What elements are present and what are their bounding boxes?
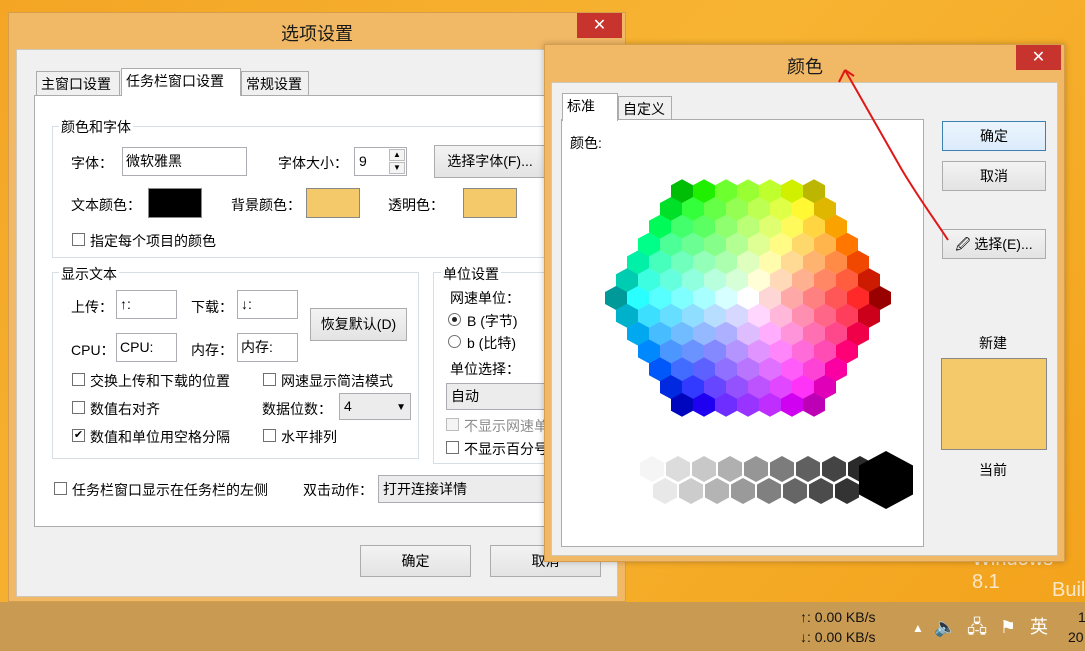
chevron-down-icon: ▼	[396, 402, 406, 413]
download-prefix-field[interactable]: ↓:	[237, 290, 298, 319]
digits-select[interactable]: 4 ▼	[339, 393, 411, 420]
hide-percent-label: 不显示百分号	[464, 441, 548, 457]
clock-fragment-bottom[interactable]: 20	[1068, 629, 1084, 645]
font-size-value: 9	[359, 153, 367, 169]
annotation-arrow	[838, 69, 949, 241]
choose-font-button[interactable]: 选择字体(F)...	[434, 145, 546, 178]
options-dialog-title: 选项设置	[281, 24, 353, 44]
upload-prefix-field[interactable]: ↑:	[116, 290, 177, 319]
color-hexagon-palette[interactable]	[0, 0, 913, 509]
font-name-field[interactable]: 微软雅黑	[122, 147, 247, 176]
unit-select-value: 自动	[451, 388, 479, 404]
text-color-label: 文本颜色：	[71, 197, 141, 213]
hide-percent-checkbox[interactable]	[446, 441, 459, 454]
transparent-color-label: 透明色：	[388, 197, 444, 213]
speed-unit-label: 网速单位：	[450, 290, 520, 306]
new-color-label: 新建	[979, 335, 1007, 351]
taskbar-upload-speed: ↑: 0.00 KB/s	[800, 609, 876, 625]
options-ok-button[interactable]: 确定	[360, 545, 471, 577]
display-text-group-label: 显示文本	[59, 264, 119, 284]
color-pick-button-label: 选择(E)...	[974, 236, 1033, 252]
double-click-label: 双击动作：	[303, 482, 373, 498]
tab-general[interactable]: 常规设置	[241, 71, 309, 96]
color-font-group-label: 颜色和字体	[59, 117, 133, 137]
cpu-label: CPU：	[71, 342, 115, 358]
font-label: 字体：	[71, 155, 113, 171]
taskbar-left-label: 任务栏窗口显示在任务栏的左侧	[72, 482, 268, 498]
restore-default-button[interactable]: 恢复默认(D)	[310, 308, 407, 341]
cpu-prefix-field[interactable]: CPU:	[116, 333, 177, 362]
simple-speed-checkbox[interactable]	[263, 373, 276, 386]
color-close-button[interactable]: ✕	[1016, 45, 1061, 70]
spin-down-icon[interactable]: ▼	[389, 162, 405, 174]
colors-label: 颜色:	[570, 135, 602, 151]
unit-select-label: 单位选择：	[450, 361, 520, 377]
horizontal-label: 水平排列	[281, 429, 337, 445]
simple-speed-label: 网速显示简洁模式	[281, 373, 393, 389]
desktop-watermark-line2: Buil	[1052, 579, 1085, 601]
right-align-label: 数值右对齐	[90, 401, 160, 417]
tab-taskbar-window[interactable]: 任务栏窗口设置	[121, 68, 241, 96]
tab-main-window[interactable]: 主窗口设置	[36, 71, 120, 96]
ime-indicator[interactable]: 英	[1028, 616, 1050, 638]
unit-select[interactable]: 自动	[446, 383, 550, 410]
memory-label: 内存：	[191, 342, 233, 358]
unit-bits-radio[interactable]	[448, 335, 461, 348]
double-click-select[interactable]: 打开连接详情	[378, 475, 553, 503]
volume-icon[interactable]: 🔈	[934, 616, 956, 638]
current-color-label: 当前	[979, 462, 1007, 478]
new-current-color-preview	[941, 358, 1047, 450]
bg-color-label: 背景颜色：	[231, 197, 301, 213]
action-center-icon[interactable]: ⚑	[997, 616, 1019, 638]
taskbar-left-checkbox[interactable]	[54, 482, 67, 495]
unit-bits-label: b (比特)	[467, 335, 516, 351]
spin-up-icon[interactable]: ▲	[389, 149, 405, 161]
transparent-color-swatch[interactable]	[463, 188, 517, 218]
font-size-label: 字体大小：	[278, 155, 348, 171]
right-align-checkbox[interactable]	[72, 401, 85, 414]
unit-bytes-radio[interactable]	[448, 313, 461, 326]
memory-prefix-field[interactable]: 内存:	[237, 333, 298, 362]
unit-group-label: 单位设置	[441, 264, 501, 284]
options-close-button[interactable]: ✕	[577, 13, 622, 38]
swap-updown-checkbox[interactable]	[72, 373, 85, 386]
hide-speed-unit-checkbox[interactable]	[446, 418, 459, 431]
digits-label: 数据位数：	[262, 401, 332, 417]
unit-bytes-label: B (字节)	[467, 313, 518, 329]
clock-fragment-top[interactable]: 1	[1078, 609, 1085, 625]
hide-speed-unit-label: 不显示网速单	[464, 418, 548, 434]
tab-standard[interactable]: 标准	[562, 93, 618, 121]
double-click-select-value: 打开连接详情	[383, 481, 467, 497]
per-item-color-checkbox[interactable]	[72, 233, 85, 246]
swap-updown-label: 交换上传和下载的位置	[90, 373, 230, 389]
bg-color-swatch[interactable]	[306, 188, 360, 218]
space-separate-checkbox[interactable]: ✔	[72, 429, 85, 442]
font-size-stepper[interactable]: 9 ▲ ▼	[354, 147, 407, 176]
download-label: 下载：	[191, 299, 233, 315]
network-icon[interactable]: 🖧	[966, 616, 988, 638]
space-separate-label: 数值和单位用空格分隔	[90, 429, 230, 445]
horizontal-checkbox[interactable]	[263, 429, 276, 442]
tab-custom[interactable]: 自定义	[618, 96, 672, 121]
taskbar-download-speed: ↓: 0.00 KB/s	[800, 629, 876, 645]
show-hidden-icons-icon[interactable]: ▲	[907, 617, 929, 639]
per-item-color-label: 指定每个项目的颜色	[90, 233, 216, 249]
upload-label: 上传：	[71, 299, 113, 315]
digits-select-value: 4	[344, 398, 352, 414]
text-color-swatch[interactable]	[148, 188, 202, 218]
